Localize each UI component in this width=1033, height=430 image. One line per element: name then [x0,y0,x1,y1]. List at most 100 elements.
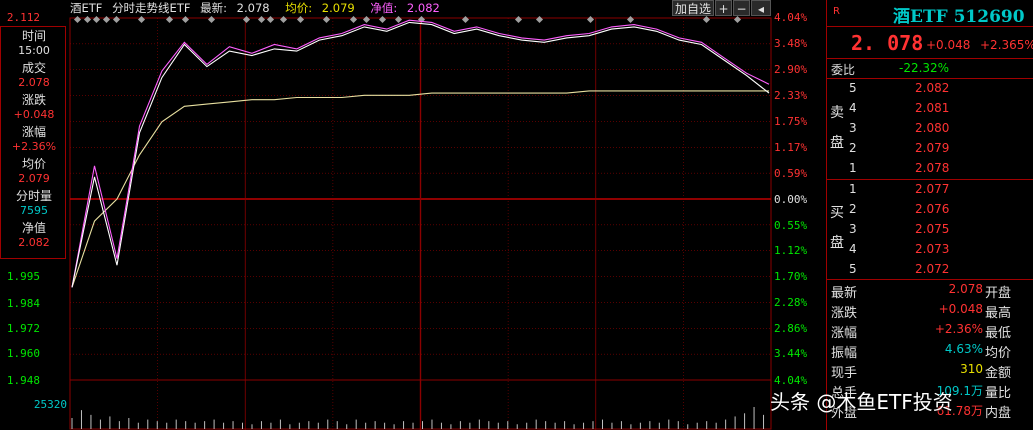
quote-panel: R 酒ETF 512690 2. 078 +0.048 +2.365% 委比 -… [826,0,1033,430]
info-value: +2.36% [11,140,57,153]
stat-value: 2.078 [948,282,983,296]
divider [827,58,1033,59]
stat-label-secondary: 内盘 [985,406,1012,421]
bid-level-row[interactable]: 4 2.073 [827,242,1033,261]
event-marker [242,15,251,24]
bid-level-row[interactable]: 1 2.077 [827,182,1033,201]
watermark: 头条 @木鱼ETF投资 [770,390,953,414]
event-marker [586,15,595,24]
level-price: 2.077 [915,182,950,196]
stat-value: 4.63% [944,342,983,356]
price-axis-label: 1.960 [6,347,40,360]
level-price: 2.078 [915,161,950,175]
price-axis-top: 2.112 [6,11,40,24]
level-number: 2 [849,202,857,216]
level-price: 2.076 [915,202,950,216]
buy-side-label: 买盘 [830,205,844,251]
event-marker [362,15,371,24]
info-label: 净值 [21,221,46,235]
price-change: +0.048 [926,38,971,52]
chart-grid [69,17,772,430]
event-marker [322,15,331,24]
pct-axis-label: 1.17% [774,141,808,154]
event-marker [83,15,92,24]
bid-level-row[interactable]: 3 2.075 [827,222,1033,241]
level-price: 2.075 [915,222,950,236]
pct-axis-label: 4.04% [774,11,808,24]
event-marker [279,15,288,24]
info-label: 分时量 [15,189,52,203]
price-axis-label: 1.995 [6,270,40,283]
current-price: 2. 078 [851,31,924,55]
stat-value: +0.048 [938,302,983,316]
pct-axis-zero: 0.00% [774,193,808,206]
pct-axis-label: 2.28% [774,296,808,309]
event-marker [112,15,121,24]
weibi-label: 委比 [831,63,856,77]
intraday-chart[interactable] [0,0,826,430]
level-price: 2.080 [915,121,950,135]
quote-title: 酒ETF 512690 [893,7,1025,27]
volume-bars [71,407,765,429]
stat-label-secondary: 最低 [985,326,1012,341]
event-marker [514,15,523,24]
info-value: 15:00 [18,44,50,57]
level-price: 2.079 [915,141,950,155]
info-label: 成交 [21,61,46,75]
pct-axis-label: 2.86% [774,322,808,335]
event-marker [378,15,387,24]
event-marker [181,15,190,24]
ask-level-row[interactable]: 3 2.080 [827,121,1033,140]
weibi-value: -22.32% [899,61,950,75]
level-price: 2.072 [915,262,950,276]
info-label: 时间 [21,29,46,43]
event-marker [535,15,544,24]
divider [827,26,1033,27]
event-marker [296,15,305,24]
level-number: 1 [849,161,857,175]
price-axis-label: 1.972 [6,322,40,335]
event-marker [137,15,146,24]
stat-label-secondary: 量比 [985,386,1012,401]
event-marker [207,15,216,24]
divider [827,279,1033,280]
ask-level-row[interactable]: 2 2.079 [827,141,1033,160]
ask-level-row[interactable]: 5 2.082 [827,81,1033,100]
info-value: 2.082 [18,236,50,249]
level-price: 2.082 [915,81,950,95]
level-number: 2 [849,141,857,155]
crosshair-info-panel: 时间 15:00 成交 2.078 涨跌 +0.048 涨幅 +2.36% 均价 2.079 分时量… [0,26,66,259]
stat-label: 振幅 [831,346,858,361]
info-label: 均价 [21,157,46,171]
stat-row: 振幅 4.63% 均价 [827,342,1033,361]
info-value: 7595 [20,204,48,217]
stat-label: 涨幅 [831,326,858,341]
pct-axis-label: 0.59% [774,167,808,180]
info-label: 涨幅 [21,125,46,139]
divider [827,78,1033,79]
info-label: 涨跌 [21,93,46,107]
event-marker [626,15,635,24]
ask-level-row[interactable]: 1 2.078 [827,161,1033,180]
info-value: 2.079 [18,172,50,185]
price-change-pct: +2.365% [980,38,1033,52]
stat-label: 最新 [831,286,858,301]
pct-axis-label: 2.33% [774,89,808,102]
volume-axis-max: 25320 [33,398,67,411]
event-markers [73,15,742,24]
pct-axis-label: 3.44% [774,347,808,360]
event-marker [92,15,101,24]
stat-label-secondary: 均价 [985,346,1012,361]
event-marker [461,15,470,24]
event-marker [349,15,358,24]
ask-level-row[interactable]: 4 2.081 [827,101,1033,120]
bid-level-row[interactable]: 2 2.076 [827,202,1033,221]
event-marker [702,15,711,24]
level-number: 4 [849,242,857,256]
level-number: 3 [849,121,857,135]
level-number: 3 [849,222,857,236]
stat-row: 现手 310 金额 [827,362,1033,381]
level-number: 5 [849,81,857,95]
stat-label: 现手 [831,366,858,381]
level-price: 2.081 [915,101,950,115]
